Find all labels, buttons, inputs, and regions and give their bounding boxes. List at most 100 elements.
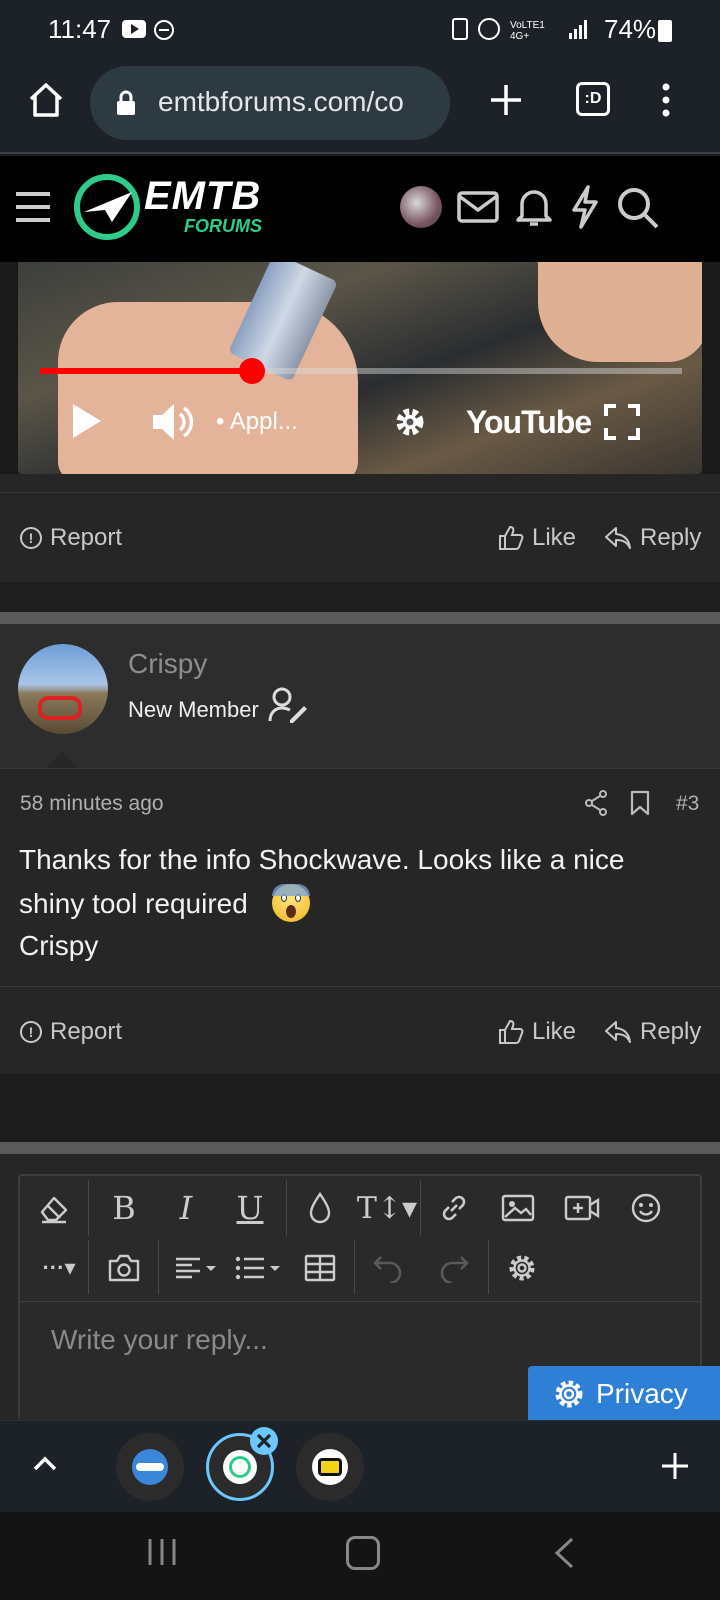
mail-icon[interactable] — [456, 188, 500, 226]
tab-icon-app-3[interactable] — [296, 1433, 364, 1501]
user-avatar[interactable] — [18, 644, 108, 734]
eraser-icon[interactable] — [34, 1188, 74, 1228]
search-icon[interactable] — [616, 186, 660, 230]
like-link[interactable]: Like — [498, 1018, 576, 1046]
toolbar-separator — [158, 1240, 159, 1294]
video-progress-handle[interactable] — [238, 358, 265, 384]
post-text-line1: Thanks for the info Shockwave. Looks lik… — [19, 844, 625, 875]
site-logo[interactable]: EMTB FORUMS — [72, 172, 292, 242]
lock-icon — [116, 90, 136, 116]
home-icon[interactable] — [26, 80, 66, 120]
more-dropdown-icon[interactable]: ···▾ — [34, 1248, 84, 1288]
post-user-header — [0, 624, 720, 768]
post-gap — [0, 582, 720, 612]
divider — [0, 986, 720, 987]
list-dropdown-icon[interactable] — [234, 1248, 284, 1288]
chevron-up-icon[interactable] — [30, 1453, 60, 1475]
toolbar-separator — [420, 1180, 421, 1236]
alarm-icon — [478, 18, 500, 40]
toolbar-separator — [354, 1240, 355, 1294]
italic-icon[interactable]: I — [166, 1188, 206, 1228]
redo-icon[interactable] — [434, 1248, 474, 1288]
battery-saver-icon — [452, 18, 468, 40]
user-title: New Member — [128, 697, 259, 722]
reply-link[interactable]: Reply — [604, 1018, 701, 1046]
logo-text: EMTB — [144, 174, 262, 218]
video-progress-track[interactable] — [40, 358, 682, 384]
more-options-icon[interactable] — [660, 82, 672, 118]
bell-icon[interactable] — [514, 184, 554, 228]
new-tab-icon[interactable] — [488, 82, 524, 118]
camera-icon[interactable] — [104, 1248, 144, 1288]
report-icon: ! — [20, 1021, 42, 1043]
image-icon[interactable] — [498, 1188, 538, 1228]
like-label: Like — [532, 1018, 577, 1045]
address-bar[interactable]: emtbforums.com/co — [90, 66, 450, 140]
tab-strip — [0, 1420, 720, 1512]
bookmark-icon[interactable] — [630, 790, 650, 816]
toolbar-separator — [488, 1240, 489, 1294]
post-number[interactable]: #3 — [676, 792, 699, 816]
avatar[interactable] — [400, 186, 442, 228]
toolbar-separator — [286, 1180, 287, 1236]
video-channel-text: • Appl... — [216, 408, 298, 435]
add-tab-icon[interactable] — [660, 1451, 690, 1481]
privacy-label: Privacy — [596, 1378, 688, 1409]
post-signature: Crispy — [19, 930, 99, 961]
text-color-drop-icon[interactable] — [300, 1188, 340, 1228]
video-frame-hand2 — [538, 262, 702, 362]
browser-toolbar: emtbforums.com/co :D — [0, 58, 720, 154]
post-time[interactable]: 58 minutes ago — [20, 792, 164, 816]
volume-icon[interactable] — [150, 400, 194, 444]
settings-gear-icon[interactable] — [392, 404, 428, 440]
underline-icon[interactable]: U — [230, 1188, 270, 1228]
url-text: emtbforums.com/co — [158, 86, 404, 117]
logo-subtext: FORUMS — [184, 216, 262, 236]
thumbs-up-icon — [498, 525, 524, 551]
table-icon[interactable] — [300, 1248, 340, 1288]
reply-arrow-icon — [604, 526, 632, 550]
align-dropdown-icon[interactable] — [172, 1248, 222, 1288]
report-link[interactable]: ! Report — [20, 524, 122, 552]
reply-link[interactable]: Reply — [604, 524, 701, 552]
toolbar-separator — [88, 1180, 89, 1236]
reply-placeholder: Write your reply... — [51, 1324, 268, 1355]
system-nav-bar — [0, 1512, 720, 1600]
font-size-icon[interactable]: T↕▾ — [357, 1188, 417, 1228]
member-edit-icon — [268, 686, 308, 724]
scream-emoji — [272, 884, 310, 922]
hamburger-menu-icon[interactable] — [14, 190, 52, 224]
thumbs-up-icon — [498, 1019, 524, 1045]
privacy-button[interactable]: Privacy — [528, 1366, 720, 1422]
close-tab-icon[interactable] — [250, 1427, 278, 1455]
post-text-line2: shiny tool required — [19, 888, 248, 919]
smiley-icon[interactable] — [626, 1188, 666, 1228]
bolt-icon[interactable] — [568, 184, 602, 230]
video-progress-fill — [40, 368, 252, 374]
home-nav-icon[interactable] — [346, 1536, 380, 1570]
link-icon[interactable] — [434, 1188, 474, 1228]
tab-icon-app-1[interactable] — [116, 1433, 184, 1501]
undo-icon[interactable] — [368, 1248, 408, 1288]
back-nav-icon[interactable] — [552, 1536, 576, 1570]
play-icon[interactable] — [70, 402, 104, 440]
battery-percent: 74% — [604, 14, 657, 44]
report-link[interactable]: ! Report — [20, 1018, 122, 1046]
editor-settings-icon[interactable] — [502, 1248, 542, 1288]
tab-switcher-button[interactable]: :D — [576, 82, 610, 116]
like-link[interactable]: Like — [498, 524, 576, 552]
fullscreen-icon[interactable] — [604, 404, 640, 440]
username[interactable]: Crispy — [128, 648, 207, 680]
divider — [0, 492, 720, 493]
insert-video-icon[interactable] — [562, 1188, 602, 1228]
reply-label: Reply — [640, 1018, 702, 1045]
video-player[interactable]: • Appl... YouTube — [18, 262, 702, 474]
youtube-logo[interactable]: YouTube — [466, 404, 592, 441]
site-header: EMTB FORUMS — [0, 156, 720, 262]
divider — [0, 768, 720, 769]
report-icon: ! — [20, 527, 42, 549]
bold-icon[interactable]: B — [104, 1188, 144, 1228]
reply-label: Reply — [640, 524, 702, 551]
share-icon[interactable] — [584, 790, 608, 816]
recent-apps-icon[interactable] — [146, 1536, 178, 1568]
